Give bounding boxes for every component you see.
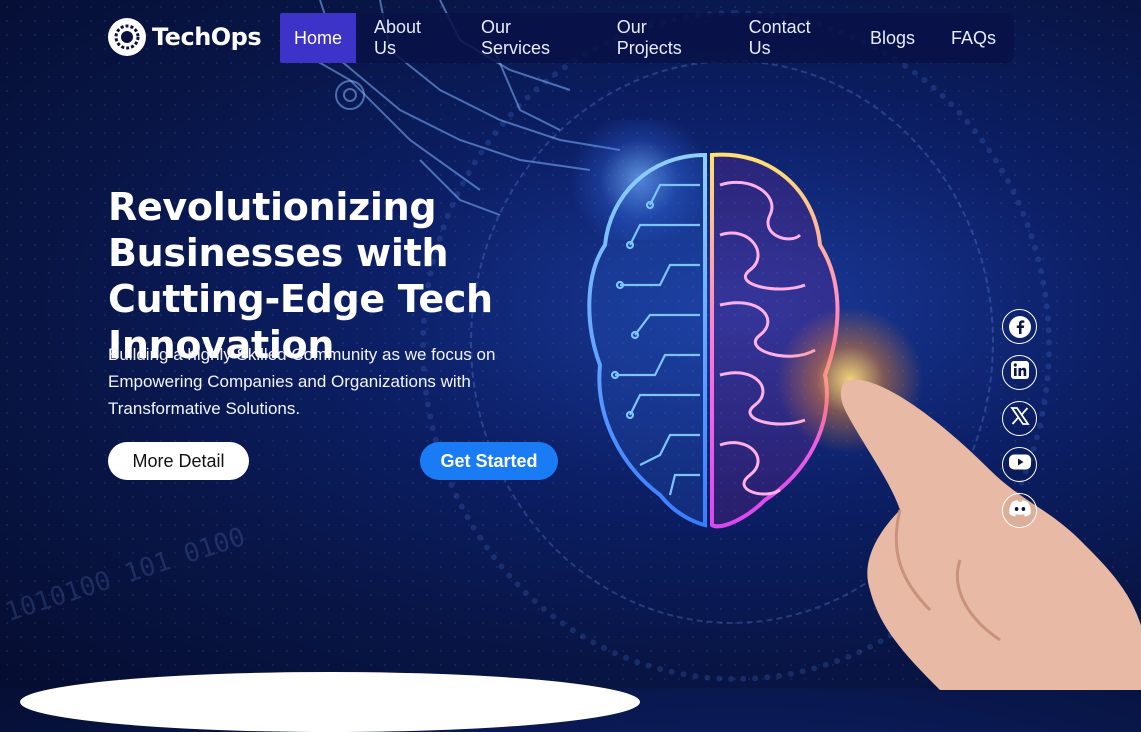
x-link[interactable] [1002, 401, 1037, 436]
pointing-hand-illustration [840, 379, 1141, 690]
nav-blogs[interactable]: Blogs [852, 13, 933, 63]
youtube-link[interactable] [1002, 447, 1037, 482]
youtube-icon [1008, 453, 1032, 476]
discord-link[interactable] [1002, 493, 1037, 528]
brand-logo-icon [108, 18, 146, 56]
more-detail-button[interactable]: More Detail [108, 442, 249, 480]
nav-faqs[interactable]: FAQs [933, 13, 1014, 63]
nav-our-services[interactable]: Our Services [463, 13, 599, 63]
nav-home[interactable]: Home [280, 13, 357, 63]
section-divider-curve [20, 672, 640, 732]
x-icon [1009, 406, 1030, 431]
brand-name: TechOps [152, 23, 262, 51]
linkedin-icon [1010, 360, 1030, 385]
social-links [1002, 309, 1037, 528]
hero-subtitle: Building a highly Skilled Community as w… [108, 345, 496, 418]
discord-icon [1008, 499, 1032, 522]
nav-contact-us[interactable]: Contact Us [731, 13, 852, 63]
nav-about-us[interactable]: About Us [356, 13, 463, 63]
brand-logo[interactable]: TechOps [108, 18, 262, 56]
nav-our-projects[interactable]: Our Projects [599, 13, 731, 63]
facebook-icon [1008, 315, 1031, 338]
facebook-link[interactable] [1002, 309, 1037, 344]
linkedin-link[interactable] [1002, 355, 1037, 390]
get-started-button[interactable]: Get Started [420, 442, 558, 480]
main-nav: Home About Us Our Services Our Projects … [280, 13, 1014, 63]
